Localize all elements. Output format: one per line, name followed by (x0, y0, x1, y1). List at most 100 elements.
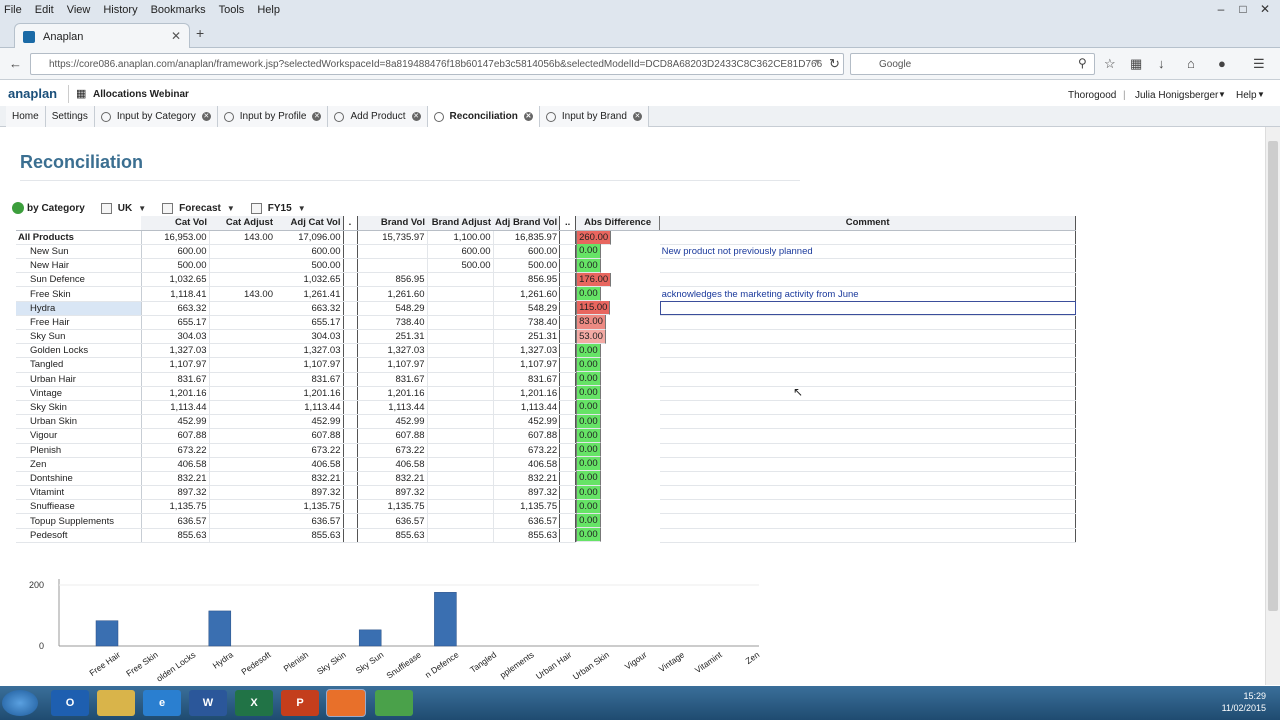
value-cell-cat-vol[interactable]: 600.00 (141, 244, 210, 260)
comment-cell[interactable] (659, 400, 1077, 416)
table-row[interactable]: Vitamint 897.32 897.32 897.32 897.32 0.00 (16, 485, 1077, 501)
value-cell-cat-vol[interactable]: 663.32 (141, 301, 210, 316)
tab-settings[interactable]: Settings (45, 106, 95, 127)
column-header[interactable]: Cat Adjust (209, 216, 275, 231)
row-label[interactable]: Urban Hair (16, 372, 142, 387)
value-cell-cat-vol[interactable]: 636.57 (141, 513, 210, 529)
value-cell-brand-vol[interactable]: 406.58 (357, 457, 428, 472)
comment-cell[interactable] (659, 315, 1077, 331)
value-cell-cat-vol[interactable]: 655.17 (141, 315, 210, 331)
tab-input-by-brand[interactable]: Input by Brand ✕ (539, 106, 649, 127)
value-cell-brand-vol[interactable]: 1,107.97 (357, 357, 428, 373)
value-cell-brand-adj[interactable] (427, 286, 494, 302)
value-cell-brand-adj[interactable] (427, 443, 494, 458)
value-cell-cat-vol[interactable]: 452.99 (141, 414, 210, 430)
address-bar[interactable]: https://core086.anaplan.com/anaplan/fram… (30, 53, 844, 75)
version-selector[interactable]: Forecast ▼ (162, 202, 235, 214)
table-row[interactable]: New Hair 500.00 500.00 500.00 500.00 0.00 (16, 258, 1077, 274)
tab-home[interactable]: Home (6, 106, 46, 127)
value-cell-cat-vol[interactable]: 1,135.75 (141, 499, 210, 515)
row-label[interactable]: Golden Locks (16, 343, 142, 359)
firefox-icon[interactable] (327, 690, 365, 716)
search-box[interactable]: Google (850, 53, 1095, 75)
reading-list-icon[interactable]: ▦ (1130, 56, 1142, 72)
row-label[interactable]: Vigour (16, 428, 142, 444)
row-label[interactable]: Vintage (16, 386, 142, 401)
pivot-dimension[interactable]: by Category (27, 203, 85, 214)
value-cell-cat-adj[interactable] (209, 386, 275, 401)
value-cell-cat-vol[interactable]: 304.03 (141, 329, 210, 345)
anaplan-logo[interactable]: anaplan (8, 86, 57, 101)
column-header[interactable]: Brand Adjust (427, 216, 493, 231)
comment-cell[interactable] (659, 357, 1077, 373)
value-cell-cat-vol[interactable]: 1,032.65 (141, 272, 210, 288)
value-cell-brand-vol[interactable]: 831.67 (357, 372, 428, 387)
value-cell-brand-vol[interactable]: 607.88 (357, 428, 428, 444)
comment-cell[interactable] (659, 258, 1077, 274)
row-label[interactable]: Snuffiease (16, 499, 142, 515)
value-cell-brand-vol[interactable]: 548.29 (357, 301, 428, 316)
value-cell-cat-vol[interactable]: 1,201.16 (141, 386, 210, 401)
value-cell-brand-adj[interactable] (427, 428, 494, 444)
row-label[interactable]: All Products (16, 230, 142, 245)
table-row[interactable]: Zen 406.58 406.58 406.58 406.58 0.00 (16, 457, 1077, 472)
value-cell-cat-adj[interactable] (209, 372, 275, 387)
close-tab-icon[interactable]: ✕ (411, 112, 421, 121)
region-selector[interactable]: UK ▼ (100, 202, 146, 214)
comment-cell[interactable]: New product not previously planned (659, 244, 1077, 260)
chat-icon[interactable]: ● (1218, 56, 1226, 71)
value-cell-brand-vol[interactable]: 1,201.16 (357, 386, 428, 401)
value-cell-brand-vol[interactable]: 1,135.75 (357, 499, 428, 515)
value-cell-brand-vol[interactable]: 673.22 (357, 443, 428, 458)
value-cell-cat-adj[interactable] (209, 471, 275, 487)
value-cell-cat-adj[interactable] (209, 272, 275, 288)
user-menu[interactable]: Julia Honigsberger (1135, 90, 1218, 101)
table-row[interactable]: Pedesoft 855.63 855.63 855.63 855.63 0.00 (16, 528, 1077, 543)
menu-edit[interactable]: Edit (35, 4, 54, 16)
value-cell-cat-vol[interactable]: 1,118.41 (141, 286, 210, 302)
value-cell-cat-vol[interactable]: 16,953.00 (141, 230, 210, 245)
value-cell-brand-vol[interactable]: 1,261.60 (357, 286, 428, 302)
value-cell-cat-adj[interactable] (209, 343, 275, 359)
table-row[interactable]: Golden Locks 1,327.03 1,327.03 1,327.03 1,32… (16, 343, 1077, 359)
value-cell-cat-vol[interactable]: 406.58 (141, 457, 210, 472)
table-row[interactable]: Topup Supplements 636.57 636.57 636.57 636.5… (16, 513, 1077, 529)
comment-cell[interactable] (659, 343, 1077, 359)
vertical-scrollbar[interactable] (1265, 127, 1280, 685)
value-cell-cat-vol[interactable]: 607.88 (141, 428, 210, 444)
value-cell-brand-vol[interactable]: 856.95 (357, 272, 428, 288)
menu-view[interactable]: View (67, 4, 91, 16)
value-cell-brand-vol[interactable]: 1,113.44 (357, 400, 428, 416)
comment-cell[interactable]: acknowledges the marketing activity from… (659, 286, 1077, 302)
value-cell-cat-adj[interactable] (209, 414, 275, 430)
table-row[interactable]: New Sun 600.00 600.00 600.00 600.00 0.00 New p… (16, 244, 1077, 260)
close-tab-icon[interactable]: ✕ (201, 112, 211, 121)
value-cell-brand-vol[interactable]: 897.32 (357, 485, 428, 501)
hamburger-menu-icon[interactable]: ☰ (1253, 56, 1265, 72)
value-cell-cat-adj[interactable] (209, 329, 275, 345)
row-label[interactable]: Tangled (16, 357, 142, 373)
dropdown-arrow-icon[interactable]: ▾ (815, 57, 820, 68)
comment-cell[interactable] (659, 485, 1077, 501)
close-tab-icon[interactable]: ✕ (312, 112, 322, 121)
system-clock[interactable]: 15:29 11/02/2015 (1222, 690, 1266, 714)
value-cell-cat-vol[interactable]: 897.32 (141, 485, 210, 501)
value-cell-cat-vol[interactable]: 1,327.03 (141, 343, 210, 359)
value-cell-brand-vol[interactable]: 738.40 (357, 315, 428, 331)
row-label[interactable]: Hydra (16, 301, 142, 316)
new-tab-icon[interactable]: + (196, 25, 204, 41)
apps-grid-icon[interactable]: ▦ (76, 87, 86, 100)
value-cell-cat-adj[interactable] (209, 315, 275, 331)
tab-add-product[interactable]: Add Product ✕ (328, 106, 428, 127)
row-label[interactable]: Sky Skin (16, 400, 142, 416)
table-row[interactable]: Vigour 607.88 607.88 607.88 607.88 0.00 (16, 428, 1077, 444)
column-header[interactable]: .. (559, 216, 577, 231)
excel-icon[interactable]: X (235, 690, 273, 716)
close-tab-icon[interactable]: ✕ (523, 112, 533, 121)
value-cell-brand-adj[interactable] (427, 329, 494, 345)
file-explorer-icon[interactable] (97, 690, 135, 716)
value-cell-brand-adj[interactable] (427, 400, 494, 416)
value-cell-brand-adj[interactable] (427, 528, 494, 543)
column-header[interactable]: Abs Difference (575, 216, 661, 231)
word-icon[interactable]: W (189, 690, 227, 716)
